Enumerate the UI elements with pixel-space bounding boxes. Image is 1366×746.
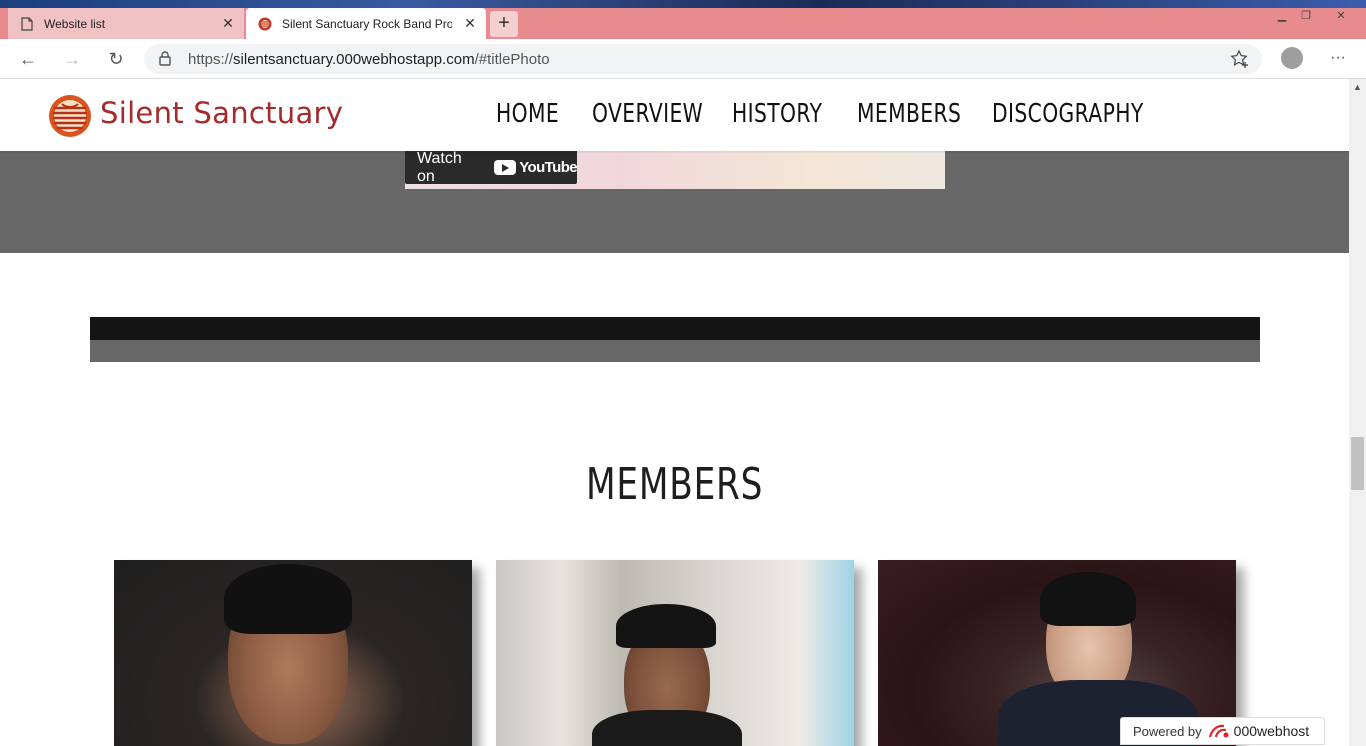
- page-icon: [20, 16, 34, 31]
- add-favorite-icon[interactable]: [1230, 49, 1250, 69]
- powered-by-badge[interactable]: Powered by 000webhost: [1120, 717, 1325, 745]
- lock-icon[interactable]: [158, 50, 174, 66]
- tab-website-list[interactable]: Website list ✕: [8, 8, 244, 39]
- address-bar-row: ← → ↻ https://silentsanctuary.000webhost…: [0, 39, 1366, 79]
- url-text: https://silentsanctuary.000webhostapp.co…: [188, 51, 550, 68]
- new-tab-button[interactable]: +: [490, 11, 518, 37]
- forward-icon[interactable]: →: [60, 47, 84, 71]
- page-scrollbar[interactable]: ▲: [1349, 79, 1366, 746]
- site-header: Silent Sanctuary HOME OVERVIEW HISTORY M…: [0, 79, 1349, 151]
- tab-title: Website list: [44, 16, 106, 31]
- nav-overview[interactable]: OVERVIEW: [592, 99, 703, 129]
- members-heading: MEMBERS: [585, 459, 764, 510]
- close-icon[interactable]: ✕: [462, 15, 478, 31]
- tab-title: Silent Sanctuary Rock Band Profi: [282, 16, 452, 31]
- 000webhost-logo-icon: [1208, 723, 1230, 739]
- close-icon[interactable]: ✕: [220, 15, 236, 31]
- browser-tab-bar: Website list ✕ Silent Sanctuary Rock Ban…: [0, 8, 1366, 39]
- divider-bar-dark: [90, 317, 1260, 340]
- nav-members[interactable]: MEMBERS: [857, 99, 961, 129]
- more-menu-icon[interactable]: ···: [1326, 47, 1350, 71]
- scrollbar-thumb[interactable]: [1351, 437, 1364, 490]
- youtube-logo-icon: YouTube: [494, 159, 578, 176]
- nav-history[interactable]: HISTORY: [732, 99, 822, 129]
- host-name: 000webhost: [1233, 723, 1310, 739]
- taskbar-strip: [0, 0, 1366, 8]
- member-photo-2[interactable]: [496, 560, 854, 746]
- powered-by-label: Powered by: [1133, 723, 1202, 739]
- restore-icon[interactable]: ❐: [1296, 8, 1316, 26]
- url-field[interactable]: https://silentsanctuary.000webhostapp.co…: [144, 44, 1262, 74]
- close-window-icon[interactable]: ✕: [1326, 8, 1356, 26]
- member-photo-1[interactable]: [114, 560, 472, 746]
- watch-on-label: Watch on: [417, 149, 462, 185]
- brand-name[interactable]: Silent Sanctuary: [100, 96, 343, 130]
- brand-logo-icon[interactable]: [48, 94, 92, 138]
- site-favicon-icon: [258, 17, 272, 31]
- video-section: Watch on YouTube: [0, 149, 1349, 253]
- nav-home[interactable]: HOME: [496, 99, 559, 129]
- divider-bar-grey: [90, 340, 1260, 362]
- reload-icon[interactable]: ↻: [104, 47, 128, 71]
- minimize-icon[interactable]: ▁: [1272, 8, 1292, 26]
- scroll-up-icon[interactable]: ▲: [1349, 79, 1366, 96]
- page-viewport: Silent Sanctuary HOME OVERVIEW HISTORY M…: [0, 79, 1349, 746]
- back-icon[interactable]: ←: [16, 47, 40, 71]
- profile-avatar-icon[interactable]: [1281, 47, 1303, 69]
- tab-silent-sanctuary[interactable]: Silent Sanctuary Rock Band Profi ✕: [246, 8, 486, 39]
- nav-discography[interactable]: DISCOGRAPHY: [992, 99, 1144, 129]
- watch-on-youtube-button[interactable]: Watch on YouTube: [405, 149, 578, 185]
